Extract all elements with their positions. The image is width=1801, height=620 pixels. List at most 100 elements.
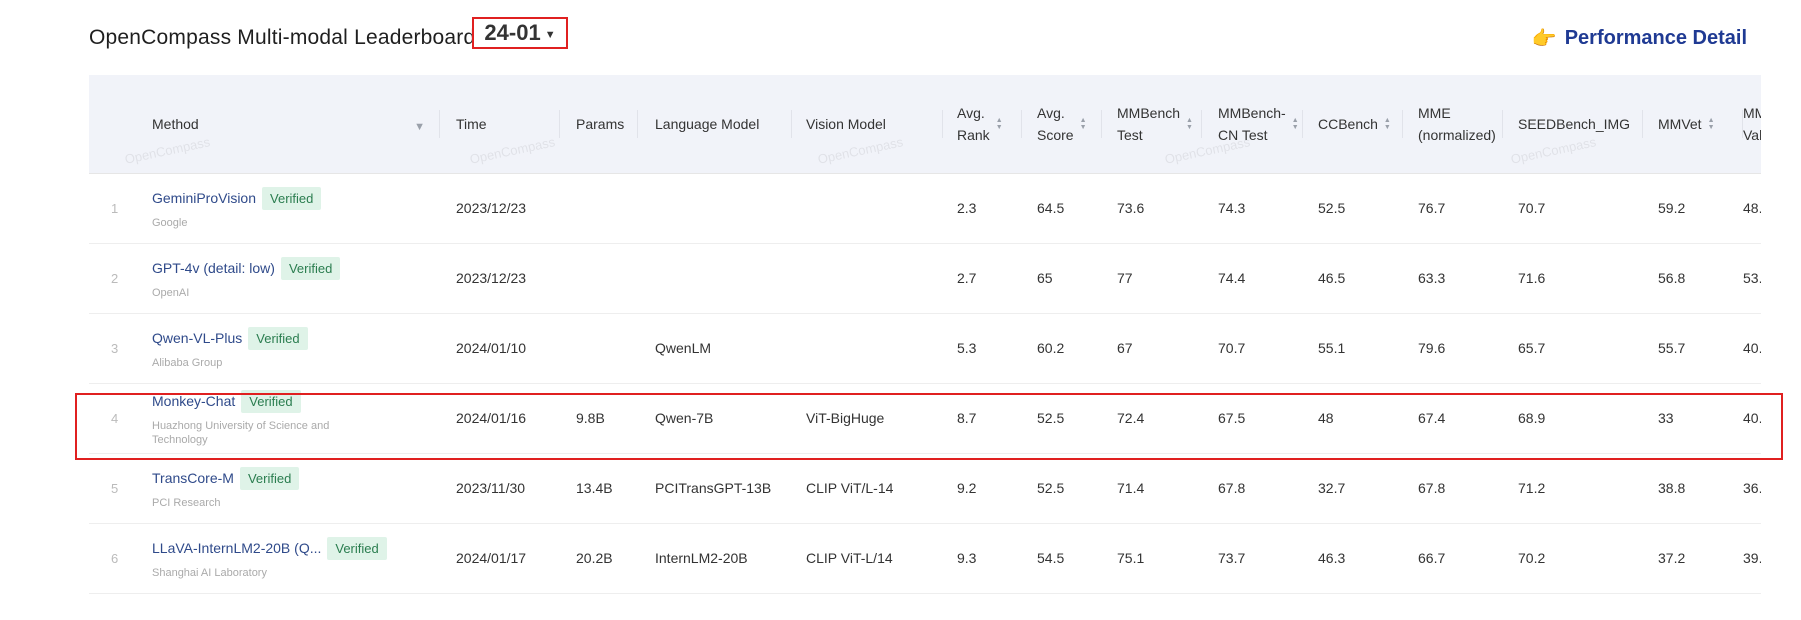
table-header: Method ▼ Time Params Language Model Visi… bbox=[89, 75, 1761, 174]
column-label-line1: MMBench- bbox=[1218, 105, 1286, 121]
method-top: Monkey-Chat Verified bbox=[152, 389, 301, 413]
column-header-time: Time bbox=[456, 75, 487, 173]
column-label-line2: Rank bbox=[957, 127, 990, 143]
cell-mmbench: 67 bbox=[1117, 340, 1133, 356]
column-label-line2: (normalized) bbox=[1418, 127, 1496, 143]
cell-mmvet: 55.7 bbox=[1658, 340, 1686, 356]
column-label: Method bbox=[152, 116, 199, 132]
column-separator bbox=[1101, 110, 1102, 138]
cell-avg-score: 64.5 bbox=[1037, 200, 1065, 216]
organization-label: PCI Research bbox=[152, 496, 221, 509]
organization-label: Google bbox=[152, 216, 188, 229]
column-header-ccbench[interactable]: CCBench ▲ ▼ bbox=[1318, 75, 1391, 173]
cell-mmmu: 48.9 bbox=[1743, 200, 1761, 216]
column-label: Language Model bbox=[655, 116, 760, 132]
cell-avg-score: 54.5 bbox=[1037, 550, 1065, 566]
cell-seed: 70.2 bbox=[1518, 550, 1546, 566]
organization-label: Huazhong University of Science and Techn… bbox=[152, 419, 330, 446]
cell-params: 9.8B bbox=[576, 410, 605, 426]
cell-mmmu: 40.9 bbox=[1743, 340, 1761, 356]
column-label-line1: MMBench bbox=[1117, 105, 1181, 121]
column-separator bbox=[1302, 110, 1303, 138]
column-header-vision-model: Vision Model bbox=[806, 75, 886, 173]
column-label-line1: MM bbox=[1743, 105, 1761, 121]
sort-icon[interactable]: ▲ ▼ bbox=[1292, 117, 1299, 131]
row-index: 2 bbox=[111, 270, 119, 286]
method-cell: LLaVA-InternLM2-20B (Q... Verified Shangha… bbox=[152, 523, 387, 593]
column-header-method[interactable]: Method ▼ bbox=[152, 75, 439, 173]
row-index: 4 bbox=[111, 410, 119, 426]
method-name-link[interactable]: GPT-4v (detail: low) bbox=[152, 260, 275, 276]
sort-icon[interactable]: ▲ ▼ bbox=[1384, 117, 1391, 131]
cell-mmbench-cn: 73.7 bbox=[1218, 550, 1246, 566]
cell-mmbench: 71.4 bbox=[1117, 480, 1145, 496]
cell-vm: ViT-BigHuge bbox=[806, 410, 885, 426]
method-name-link[interactable]: TransCore-M bbox=[152, 470, 234, 486]
column-separator bbox=[1402, 110, 1403, 138]
cell-avg-rank: 5.3 bbox=[957, 340, 977, 356]
cell-avg-rank: 8.7 bbox=[957, 410, 977, 426]
column-label-line2: Test bbox=[1117, 127, 1143, 143]
method-name-link[interactable]: GeminiProVision bbox=[152, 190, 256, 206]
table-row: 4 Monkey-Chat Verified Huazhong University … bbox=[89, 383, 1761, 454]
cell-mme: 66.7 bbox=[1418, 550, 1446, 566]
row-index: 6 bbox=[111, 550, 119, 566]
method-top: GeminiProVision Verified bbox=[152, 186, 322, 210]
table-row: 1 GeminiProVision Verified Google 2023/12/23… bbox=[89, 173, 1761, 244]
verified-badge: Verified bbox=[248, 326, 308, 350]
column-label-line1: Avg. bbox=[1037, 105, 1065, 121]
method-top: TransCore-M Verified bbox=[152, 466, 300, 490]
cell-mmbench: 77 bbox=[1117, 270, 1133, 286]
column-label: Time bbox=[456, 116, 487, 132]
cell-avg-rank: 2.3 bbox=[957, 200, 977, 216]
method-top: LLaVA-InternLM2-20B (Q... Verified bbox=[152, 536, 387, 560]
organization-label: Shanghai AI Laboratory bbox=[152, 566, 267, 579]
column-label: MMBench- CN Test bbox=[1218, 102, 1286, 146]
column-header-mmbench-test[interactable]: MMBench Test ▲ ▼ bbox=[1117, 75, 1193, 173]
chevron-down-icon: ▼ bbox=[544, 28, 556, 41]
method-cell: GeminiProVision Verified Google bbox=[152, 173, 322, 243]
column-label-line1: MME bbox=[1418, 105, 1451, 121]
column-header-mmbench-cn-test[interactable]: MMBench- CN Test ▲ ▼ bbox=[1218, 75, 1299, 173]
cell-mmbench: 75.1 bbox=[1117, 550, 1145, 566]
row-index: 3 bbox=[111, 340, 119, 356]
period-select[interactable]: 24-01 ▼ bbox=[472, 17, 568, 49]
column-label: SEEDBench_IMG bbox=[1518, 116, 1631, 132]
column-header-avg-score[interactable]: Avg. Score ▲ ▼ bbox=[1037, 75, 1087, 173]
column-label-line2: Val bbox=[1743, 127, 1761, 143]
sort-icon[interactable]: ▲ ▼ bbox=[1708, 117, 1715, 131]
method-name-link[interactable]: Monkey-Chat bbox=[152, 393, 235, 409]
column-separator bbox=[439, 110, 440, 138]
verified-badge: Verified bbox=[280, 256, 341, 280]
cell-seed: 71.2 bbox=[1518, 480, 1546, 496]
cell-time: 2024/01/17 bbox=[456, 550, 527, 566]
sort-icon[interactable]: ▲ ▼ bbox=[1080, 117, 1087, 131]
cell-mme: 67.8 bbox=[1418, 480, 1446, 496]
cell-mme: 76.7 bbox=[1418, 200, 1446, 216]
cell-seed: 71.6 bbox=[1518, 270, 1546, 286]
verified-badge: Verified bbox=[239, 466, 300, 490]
table-row: 5 TransCore-M Verified PCI Research 2023/11/… bbox=[89, 453, 1761, 524]
verified-badge: Verified bbox=[241, 389, 301, 413]
performance-detail-label: Performance Detail bbox=[1564, 27, 1747, 49]
sort-icon[interactable]: ▲ ▼ bbox=[1186, 117, 1193, 131]
column-label: MMVet bbox=[1658, 116, 1702, 132]
column-label: Avg. Rank bbox=[957, 102, 990, 146]
cell-mmvet: 56.8 bbox=[1658, 270, 1686, 286]
column-header-mmvet[interactable]: MMVet ▲ ▼ bbox=[1658, 75, 1715, 173]
performance-detail-link[interactable]: 👉 Performance Detail bbox=[1532, 26, 1747, 51]
column-separator bbox=[1642, 110, 1643, 138]
method-top: GPT-4v (detail: low) Verified bbox=[152, 256, 341, 280]
cell-params: 13.4B bbox=[576, 480, 613, 496]
method-name-link[interactable]: LLaVA-InternLM2-20B (Q... bbox=[152, 540, 321, 556]
column-separator bbox=[942, 110, 943, 138]
cell-ccbench: 46.3 bbox=[1318, 550, 1346, 566]
column-header-params: Params bbox=[576, 75, 624, 173]
filter-icon[interactable]: ▼ bbox=[414, 116, 425, 138]
column-header-mme: MME (normalized) bbox=[1418, 75, 1496, 173]
column-separator bbox=[559, 110, 560, 138]
sort-icon[interactable]: ▲ ▼ bbox=[996, 117, 1003, 131]
method-name-link[interactable]: Qwen-VL-Plus bbox=[152, 330, 242, 346]
column-header-avg-rank[interactable]: Avg. Rank ▲ ▼ bbox=[957, 75, 1003, 173]
column-separator bbox=[1021, 110, 1022, 138]
